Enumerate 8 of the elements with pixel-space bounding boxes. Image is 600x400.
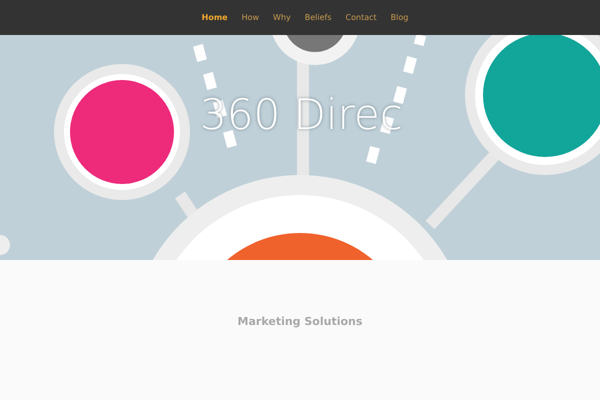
nav-link[interactable]: Home xyxy=(202,13,228,22)
section-heading: Marketing Solutions xyxy=(238,315,362,329)
nav-link[interactable]: How xyxy=(242,13,260,22)
nav-link[interactable]: Why xyxy=(273,13,291,22)
nav-link[interactable]: Blog xyxy=(390,13,408,22)
nav-link[interactable]: Contact xyxy=(346,13,377,22)
hero-title: 360 Direc xyxy=(200,90,403,139)
nav-link[interactable]: Beliefs xyxy=(304,13,332,22)
